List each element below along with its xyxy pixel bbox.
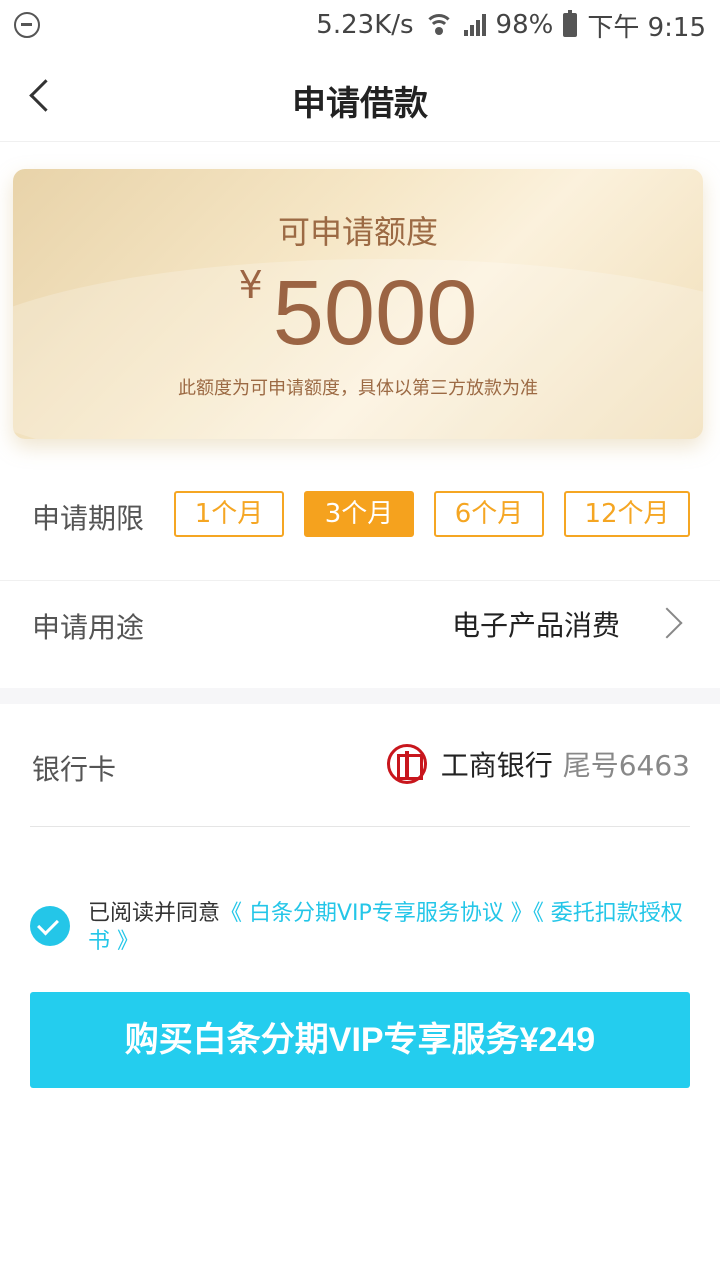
- agree-checkbox[interactable]: [30, 906, 70, 946]
- vip-service-agreement-link[interactable]: 《 白条分期VIP专享服务协议 》: [220, 901, 533, 926]
- term-label: 申请期限: [32, 502, 145, 535]
- clock: 下午 9:15: [587, 12, 706, 43]
- quota-value: 5000: [272, 262, 478, 364]
- do-not-disturb-icon: [14, 12, 40, 38]
- status-bar-right: 5.23K/s 98% 下午 9:15: [316, 6, 706, 44]
- network-speed: 5.23K/s: [316, 10, 414, 40]
- term-row: 申请期限 1个月 3个月 6个月 12个月: [0, 475, 720, 555]
- quota-title: 可申请额度: [277, 213, 438, 251]
- purpose-label: 申请用途: [32, 611, 145, 644]
- divider: [0, 580, 720, 581]
- section-divider: [0, 688, 720, 704]
- wifi-icon: [423, 14, 454, 36]
- signal-icon: [463, 14, 486, 36]
- purpose-row[interactable]: 申请用途 电子产品消费: [0, 582, 720, 666]
- page-title: 申请借款: [292, 84, 428, 124]
- buy-vip-button[interactable]: 购买白条分期VIP专享服务¥249: [30, 992, 690, 1088]
- quota-card: 可申请额度 ¥5000 此额度为可申请额度，具体以第三方放款为准: [13, 169, 703, 439]
- battery-percent: 98%: [495, 10, 554, 40]
- agreement-text: 已阅读并同意《 白条分期VIP专享服务协议 》《 委托扣款授权书 》: [88, 900, 688, 956]
- status-bar: 5.23K/s 98% 下午 9:15: [0, 0, 720, 50]
- currency-symbol: ¥: [238, 263, 263, 307]
- term-option-1[interactable]: 1个月: [174, 491, 284, 537]
- nav-bar: 申请借款: [0, 50, 720, 142]
- divider: [30, 826, 690, 827]
- quota-amount: ¥5000: [13, 261, 703, 366]
- bank-card-row[interactable]: 银行卡 工商银行 尾号6463: [0, 726, 720, 810]
- purpose-value: 电子产品消费: [451, 609, 620, 642]
- chevron-right-icon: [651, 607, 683, 639]
- bank-name: 工商银行: [440, 749, 553, 782]
- agreement-prefix: 已阅读并同意: [88, 901, 221, 926]
- term-option-6[interactable]: 6个月: [434, 491, 544, 537]
- bank-info: 工商银行 尾号6463: [386, 744, 690, 784]
- bank-card-label: 银行卡: [32, 753, 117, 786]
- card-tail-number: 尾号6463: [562, 749, 690, 782]
- term-option-12[interactable]: 12个月: [564, 491, 690, 537]
- battery-icon: [563, 10, 578, 37]
- quota-note: 此额度为可申请额度，具体以第三方放款为准: [178, 378, 538, 399]
- term-option-3[interactable]: 3个月: [304, 491, 414, 537]
- icbc-logo-icon: [386, 744, 427, 784]
